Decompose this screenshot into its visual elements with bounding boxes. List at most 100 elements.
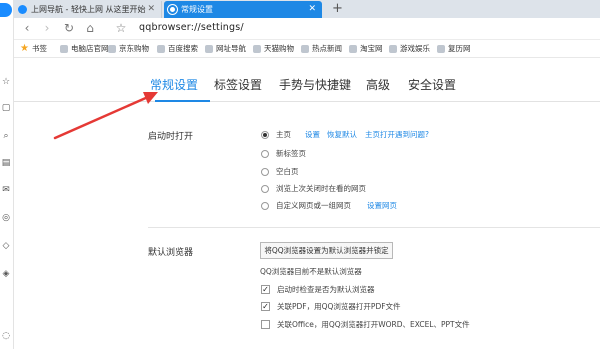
bookmark-label: 游戏娱乐: [400, 44, 430, 53]
search-icon[interactable]: ⌕: [1, 130, 11, 142]
option-label: 主页: [276, 130, 291, 139]
radio-button[interactable]: [261, 149, 269, 158]
checkbox-label: 启动时检查是否为默认浏览器: [277, 285, 375, 294]
tab-strip: 上网导航 - 轻快上网 从这里开始 ✕ 常规设置 ✕ +: [14, 0, 600, 18]
bookmark-item[interactable]: 淘宝网: [349, 43, 383, 54]
bookmarks-label: 书签: [31, 44, 47, 53]
bookmarks-bar: ★ 书签 电脑店官网 京东购物 百度搜索 网址导航 天猫购物 热点新闻 淘宝网 …: [14, 40, 600, 58]
bookmarks-button[interactable]: ★ 书签: [20, 43, 47, 54]
default-browser-status: QQ浏览器目前不是默认浏览器: [260, 267, 362, 276]
default-browser-section-label: 默认浏览器: [148, 248, 194, 258]
radio-button[interactable]: [261, 167, 269, 176]
bookmark-item[interactable]: 游戏娱乐: [389, 43, 430, 54]
radio-button[interactable]: [261, 130, 269, 139]
bookmark-favicon-icon: [205, 44, 213, 53]
bookmark-item[interactable]: 京东购物: [108, 43, 149, 54]
startup-section-label: 启动时打开: [148, 132, 194, 142]
bookmark-favicon-icon: [157, 44, 165, 53]
star-icon[interactable]: ☆: [1, 76, 11, 88]
user-icon[interactable]: ◌: [1, 330, 11, 342]
browser-window: ☆ ▢ ⌕ ▤ ✉ ◎ ◇ ◈ ◌ 上网导航 - 轻快上网 从这里开始 ✕ 常规…: [0, 0, 600, 349]
game-icon[interactable]: ◈: [1, 268, 11, 280]
bookmark-favicon-icon: [389, 44, 397, 53]
address-bar[interactable]: qqbrowser://settings/: [139, 22, 244, 33]
bookmark-item[interactable]: 热点新闻: [301, 43, 342, 54]
radio-button[interactable]: [261, 201, 269, 210]
close-tab-icon[interactable]: ✕: [308, 4, 316, 14]
bookmark-favicon-icon: [60, 44, 68, 53]
bookmark-favicon-icon: [349, 44, 357, 53]
tab-navigation[interactable]: 上网导航 - 轻快上网 从这里开始 ✕: [14, 1, 162, 18]
tab-general[interactable]: 常规设置: [150, 76, 198, 93]
navigation-favicon-icon: [18, 5, 27, 14]
star-icon: ★: [20, 43, 29, 54]
bookmark-favicon-icon: [253, 44, 261, 53]
startup-option-new-tab[interactable]: 新标签页: [261, 148, 306, 159]
back-icon[interactable]: ‹: [20, 21, 34, 35]
bookmark-label: 网址导航: [216, 44, 246, 53]
active-tab-indicator: [155, 100, 210, 102]
bookmark-favicon-icon: [301, 44, 309, 53]
bookmark-label: 淘宝网: [360, 44, 383, 53]
restore-default-link[interactable]: 恢复默认: [327, 129, 357, 140]
checkbox[interactable]: ✓: [261, 285, 270, 294]
bookmark-label: 热点新闻: [312, 44, 342, 53]
option-label: 自定义网页或一组网页: [276, 201, 351, 210]
section-divider: [148, 227, 600, 228]
set-custom-pages-link[interactable]: 设置网页: [367, 200, 397, 211]
startup-option-last-session[interactable]: 浏览上次关闭时在看的网页: [261, 183, 366, 194]
chat-icon[interactable]: ◎: [1, 212, 11, 224]
startup-option-custom[interactable]: 自定义网页或一组网页 设置网页: [261, 200, 397, 211]
bookmark-star-icon[interactable]: ☆: [114, 21, 128, 35]
radio-button[interactable]: [261, 184, 269, 193]
bookmark-label: 百度搜索: [168, 44, 198, 53]
bookmark-item[interactable]: 天猫购物: [253, 43, 294, 54]
bookmark-label: 复历网: [448, 44, 471, 53]
reload-icon[interactable]: ↻: [62, 21, 76, 35]
set-homepage-link[interactable]: 设置: [305, 129, 320, 140]
tab-gestures-shortcuts[interactable]: 手势与快捷键: [279, 76, 351, 93]
bag-icon[interactable]: ◇: [1, 240, 11, 252]
bookmark-label: 天猫购物: [264, 44, 294, 53]
document-icon[interactable]: ▤: [1, 157, 11, 169]
homepage-problem-link[interactable]: 主页打开遇到问题?: [365, 129, 429, 140]
bookmark-item[interactable]: 百度搜索: [157, 43, 198, 54]
option-label: 浏览上次关闭时在看的网页: [276, 184, 366, 193]
settings-tab-bar: 常规设置 标签设置 手势与快捷键 高级 安全设置: [14, 58, 600, 102]
checkbox-label: 关联PDF，用QQ浏览器打开PDF文件: [277, 302, 401, 311]
check-default-on-startup[interactable]: ✓ 启动时检查是否为默认浏览器: [261, 284, 375, 295]
startup-option-blank[interactable]: 空白页: [261, 166, 299, 177]
tab-advanced[interactable]: 高级: [366, 76, 390, 93]
tab-tabs[interactable]: 标签设置: [214, 76, 262, 93]
bookmark-item[interactable]: 电脑店官网: [60, 43, 109, 54]
home-icon[interactable]: ⌂: [83, 21, 97, 35]
forward-icon[interactable]: ›: [40, 21, 54, 35]
mail-icon[interactable]: ✉: [1, 184, 11, 196]
tab-title: 常规设置: [181, 5, 213, 14]
bookmark-item[interactable]: 复历网: [437, 43, 471, 54]
bookmark-label: 电脑店官网: [71, 44, 109, 53]
toolbar: ‹ › ↻ ⌂ ☆ qqbrowser://settings/: [14, 18, 600, 40]
associate-office[interactable]: 关联Office，用QQ浏览器打开WORD、EXCEL、PPT文件: [261, 319, 470, 330]
tab-security[interactable]: 安全设置: [408, 76, 456, 93]
option-label: 空白页: [276, 167, 299, 176]
option-label: 新标签页: [276, 149, 306, 158]
bookmark-label: 京东购物: [119, 44, 149, 53]
page-icon[interactable]: ▢: [1, 102, 11, 114]
set-default-browser-button[interactable]: 将QQ浏览器设置为默认浏览器并锁定: [260, 242, 393, 259]
left-sidebar: ☆ ▢ ⌕ ▤ ✉ ◎ ◇ ◈ ◌: [0, 0, 14, 349]
tab-title: 上网导航 - 轻快上网 从这里开始: [31, 5, 146, 14]
new-tab-button[interactable]: +: [332, 0, 343, 17]
bookmark-favicon-icon: [437, 44, 445, 53]
close-tab-icon[interactable]: ✕: [147, 4, 155, 14]
tab-settings[interactable]: 常规设置 ✕: [164, 1, 322, 18]
browser-logo-icon[interactable]: [0, 3, 12, 17]
checkbox[interactable]: ✓: [261, 302, 270, 311]
checkbox-label: 关联Office，用QQ浏览器打开WORD、EXCEL、PPT文件: [277, 320, 470, 329]
startup-option-homepage[interactable]: 主页 设置 恢复默认 主页打开遇到问题?: [261, 129, 429, 140]
checkbox[interactable]: [261, 320, 270, 329]
bookmark-item[interactable]: 网址导航: [205, 43, 246, 54]
bookmark-favicon-icon: [108, 44, 116, 53]
associate-pdf[interactable]: ✓ 关联PDF，用QQ浏览器打开PDF文件: [261, 301, 401, 312]
settings-favicon-icon: [168, 5, 177, 14]
